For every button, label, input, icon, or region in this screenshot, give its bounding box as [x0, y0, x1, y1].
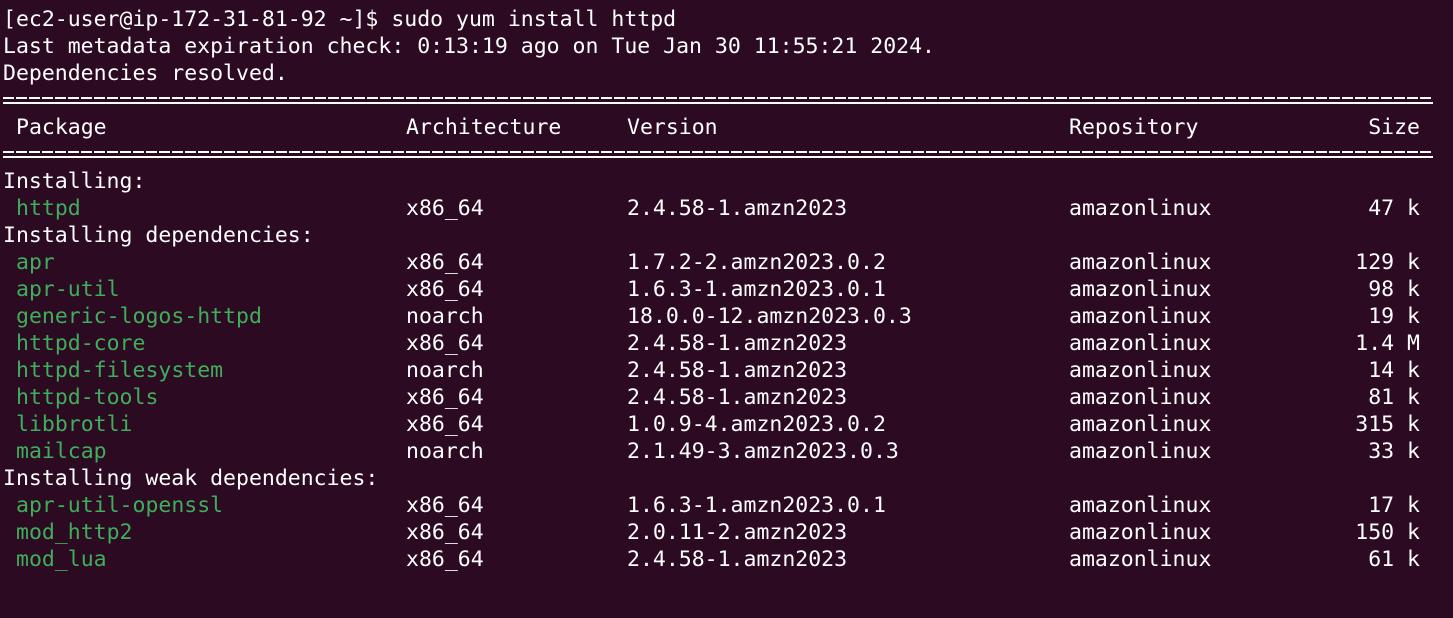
package-name: httpd	[16, 196, 81, 221]
separator-header	[3, 141, 1433, 168]
table-row: httpd-core x86_64 2.4.58-1.amzn2023 amazonl…	[3, 330, 1453, 357]
package-size: 150 k	[1355, 520, 1420, 545]
package-name: mailcap	[16, 439, 107, 464]
package-name: mod_lua	[16, 547, 107, 572]
table-row: generic-logos-httpd noarch 18.0.0-12.amzn2…	[3, 303, 1453, 330]
header-architecture: Architecture	[406, 115, 562, 140]
package-size: 315 k	[1355, 412, 1420, 437]
package-arch: noarch	[406, 358, 484, 383]
terminal-output[interactable]: [ec2-user@ip-172-31-81-92 ~]$ sudo yum i…	[3, 6, 1453, 573]
package-repo: amazonlinux	[1069, 547, 1212, 572]
package-arch: x86_64	[406, 520, 484, 545]
package-name: generic-logos-httpd	[16, 304, 262, 329]
package-version: 2.4.58-1.amzn2023	[627, 358, 848, 383]
package-version: 2.4.58-1.amzn2023	[627, 547, 848, 572]
package-repo: amazonlinux	[1069, 277, 1212, 302]
package-table-body: Installing: httpd x86_64 2.4.58-1.amzn2023 a…	[3, 168, 1453, 573]
package-repo: amazonlinux	[1069, 520, 1212, 545]
table-row: httpd-tools x86_64 2.4.58-1.amzn2023 amazon…	[3, 384, 1453, 411]
package-size: 14 k	[1368, 358, 1420, 383]
table-row: libbrotli x86_64 1.0.9-4.amzn2023.0.2 amazo…	[3, 411, 1453, 438]
package-arch: x86_64	[406, 385, 484, 410]
section-title: Installing dependencies:	[3, 223, 314, 248]
table-row: httpd-filesystem noarch 2.4.58-1.amzn2023 a…	[3, 357, 1453, 384]
package-size: 81 k	[1368, 385, 1420, 410]
package-size: 19 k	[1368, 304, 1420, 329]
header-package: Package	[16, 115, 107, 140]
table-row: httpd x86_64 2.4.58-1.amzn2023 amazonlinux 4…	[3, 195, 1453, 222]
package-name: httpd-core	[16, 331, 146, 356]
package-size: 17 k	[1368, 493, 1420, 518]
package-name: apr-util-openssl	[16, 493, 224, 518]
package-name: apr-util	[16, 277, 120, 302]
package-repo: amazonlinux	[1069, 412, 1212, 437]
table-row: apr-util x86_64 1.6.3-1.amzn2023.0.1 amazon…	[3, 276, 1453, 303]
package-version: 2.1.49-3.amzn2023.0.3	[627, 439, 899, 464]
package-repo: amazonlinux	[1069, 250, 1212, 275]
separator-top	[3, 87, 1433, 114]
package-version: 1.6.3-1.amzn2023.0.1	[627, 493, 886, 518]
package-arch: x86_64	[406, 196, 484, 221]
package-version: 2.4.58-1.amzn2023	[627, 331, 848, 356]
table-row: mailcap noarch 2.1.49-3.amzn2023.0.3 amazon…	[3, 438, 1453, 465]
header-version: Version	[627, 115, 718, 140]
package-name: httpd-filesystem	[16, 358, 224, 383]
package-name: apr	[16, 250, 55, 275]
package-version: 1.6.3-1.amzn2023.0.1	[627, 277, 886, 302]
package-arch: x86_64	[406, 250, 484, 275]
resolved-message: Dependencies resolved.	[3, 61, 288, 86]
package-arch: noarch	[406, 304, 484, 329]
package-repo: amazonlinux	[1069, 358, 1212, 383]
metadata-message: Last metadata expiration check: 0:13:19 …	[3, 34, 935, 59]
header-size: Size	[1368, 115, 1420, 140]
package-version: 18.0.0-12.amzn2023.0.3	[627, 304, 912, 329]
package-name: libbrotli	[16, 412, 133, 437]
table-header: Package Architecture Version Repository …	[3, 114, 1453, 141]
package-version: 2.0.11-2.amzn2023	[627, 520, 848, 545]
package-repo: amazonlinux	[1069, 439, 1212, 464]
package-version: 1.7.2-2.amzn2023.0.2	[627, 250, 886, 275]
table-row: apr x86_64 1.7.2-2.amzn2023.0.2 amazonlinux…	[3, 249, 1453, 276]
package-arch: x86_64	[406, 493, 484, 518]
package-version: 2.4.58-1.amzn2023	[627, 196, 848, 221]
package-name: mod_http2	[16, 520, 133, 545]
package-version: 2.4.58-1.amzn2023	[627, 385, 848, 410]
table-row: apr-util-openssl x86_64 1.6.3-1.amzn2023.0…	[3, 492, 1453, 519]
section-title: Installing:	[3, 169, 146, 194]
package-arch: noarch	[406, 439, 484, 464]
package-repo: amazonlinux	[1069, 196, 1212, 221]
package-arch: x86_64	[406, 547, 484, 572]
header-repository: Repository	[1069, 115, 1199, 140]
package-size: 61 k	[1368, 547, 1420, 572]
package-repo: amazonlinux	[1069, 331, 1212, 356]
package-name: httpd-tools	[16, 385, 159, 410]
command-text: sudo yum install httpd	[391, 7, 677, 32]
package-arch: x86_64	[406, 412, 484, 437]
section-title: Installing weak dependencies:	[3, 466, 379, 491]
package-repo: amazonlinux	[1069, 304, 1212, 329]
package-arch: x86_64	[406, 277, 484, 302]
package-size: 98 k	[1368, 277, 1420, 302]
package-size: 47 k	[1368, 196, 1420, 221]
package-version: 1.0.9-4.amzn2023.0.2	[627, 412, 886, 437]
command-line: [ec2-user@ip-172-31-81-92 ~]$ sudo yum i…	[3, 6, 1453, 33]
package-size: 129 k	[1355, 250, 1420, 275]
table-row: mod_http2 x86_64 2.0.11-2.amzn2023 amazonli…	[3, 519, 1453, 546]
table-row: mod_lua x86_64 2.4.58-1.amzn2023 amazonlinu…	[3, 546, 1453, 573]
package-size: 1.4 M	[1355, 331, 1420, 356]
package-size: 33 k	[1368, 439, 1420, 464]
package-repo: amazonlinux	[1069, 493, 1212, 518]
shell-prompt: [ec2-user@ip-172-31-81-92 ~]$	[3, 7, 392, 32]
package-arch: x86_64	[406, 331, 484, 356]
package-repo: amazonlinux	[1069, 385, 1212, 410]
